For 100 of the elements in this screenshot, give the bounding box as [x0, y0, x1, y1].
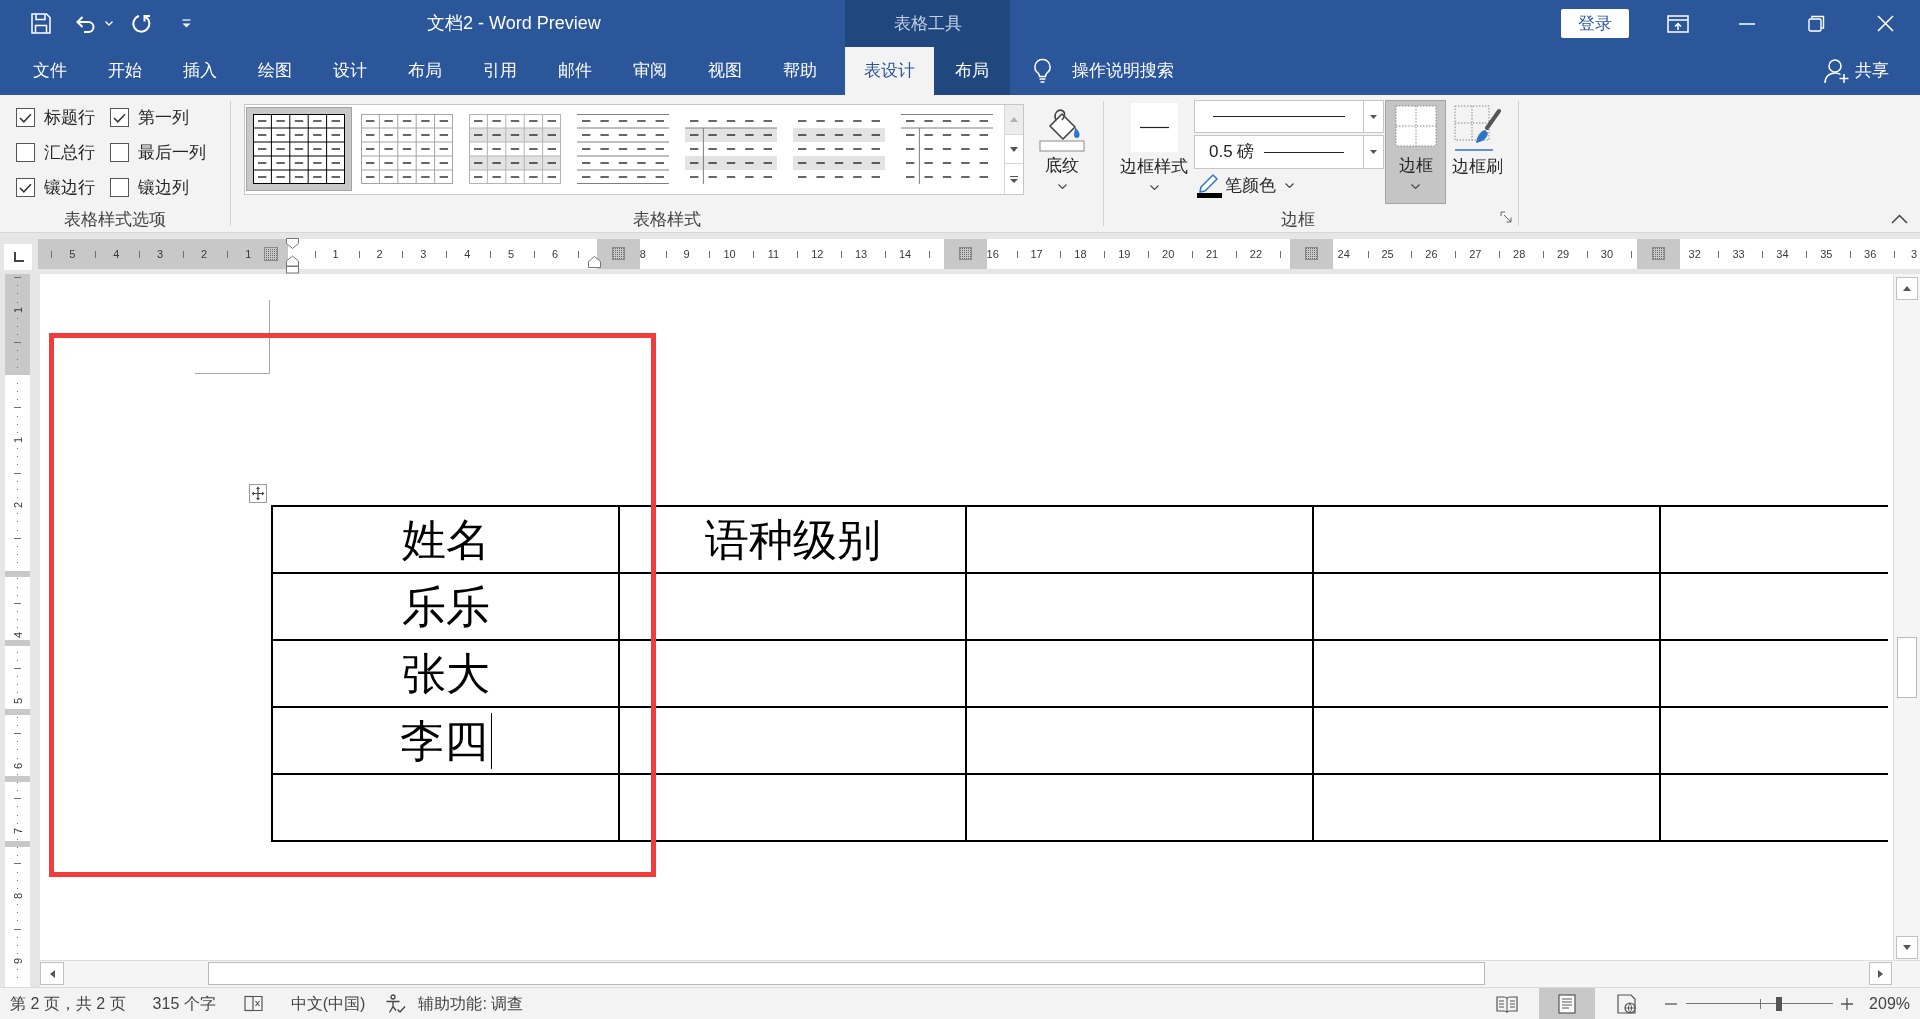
window-title: 文档2 - Word Preview: [427, 12, 601, 35]
row-marker[interactable]: [5, 776, 30, 782]
row-marker[interactable]: [5, 640, 30, 646]
checkbox[interactable]: [110, 178, 129, 197]
caret-down-icon[interactable]: [105, 21, 113, 26]
checkbox-label[interactable]: 标题行: [44, 108, 95, 127]
zoom-out-icon[interactable]: [1665, 1002, 1678, 1005]
column-marker[interactable]: [264, 247, 278, 261]
restore-icon[interactable]: [1808, 15, 1825, 32]
more-icon: [1010, 175, 1018, 183]
ruler-number: 2: [200, 247, 208, 261]
ruler-number: 5: [508, 247, 515, 261]
row-marker[interactable]: [5, 709, 30, 715]
ruler-number: 28: [1513, 247, 1526, 261]
line-weight-dropdown[interactable]: 0.5 磅: [1194, 135, 1384, 169]
border-brush-icon: [1454, 105, 1501, 152]
column-marker[interactable]: [1289, 239, 1333, 269]
ruler-number: 3: [1911, 247, 1918, 261]
save-icon[interactable]: [31, 13, 51, 34]
right-indent-marker[interactable]: [588, 256, 601, 268]
column-marker[interactable]: [1636, 239, 1680, 269]
ribbon-tab[interactable]: 开始: [87, 47, 162, 95]
sign-in-button[interactable]: 登录: [1561, 9, 1629, 38]
checkbox[interactable]: [16, 143, 35, 162]
checkbox[interactable]: [16, 178, 35, 197]
minimize-icon[interactable]: [1739, 22, 1755, 25]
ribbon-display-options-icon[interactable]: [1667, 14, 1689, 33]
checkbox[interactable]: [16, 108, 35, 127]
close-icon[interactable]: [1877, 15, 1894, 32]
ribbon-tab[interactable]: 引用: [462, 47, 537, 95]
checkbox-label[interactable]: 第一列: [138, 108, 189, 127]
tab-selector[interactable]: [4, 244, 32, 270]
ruler-number: 34: [1776, 247, 1789, 261]
ribbon-tab[interactable]: 布局: [387, 47, 462, 95]
redo-icon[interactable]: [132, 13, 152, 34]
borders-button[interactable]: 边框: [1385, 100, 1446, 204]
language-status[interactable]: 中文(中国): [290, 991, 366, 1016]
customize-toolbar-icon[interactable]: [182, 19, 191, 28]
share-button[interactable]: 共享: [1824, 47, 1889, 95]
scroll-down-button[interactable]: [1896, 936, 1918, 959]
ribbon-tab[interactable]: 绘图: [237, 47, 312, 95]
page-count[interactable]: 第 2 页，共 2 页: [10, 991, 126, 1016]
proofing-icon[interactable]: [243, 995, 264, 1012]
dialog-launcher-icon[interactable]: [1500, 211, 1512, 223]
zoom-slider-thumb[interactable]: [1775, 996, 1782, 1011]
ruler-number: 22: [1249, 247, 1263, 261]
ribbon-tab[interactable]: 审阅: [612, 47, 687, 95]
shading-button[interactable]: 底纹: [1036, 104, 1088, 196]
table-style-option[interactable]: [246, 107, 352, 191]
tell-me-search[interactable]: 操作说明搜索: [1032, 47, 1174, 95]
ruler-number: 3: [420, 247, 427, 261]
ruler-number: 36: [1864, 247, 1877, 261]
move-handle-icon[interactable]: [249, 484, 267, 503]
border-painter-button[interactable]: 边框刷: [1449, 100, 1506, 198]
cell-text: 姓名: [401, 514, 490, 564]
collapse-ribbon-icon[interactable]: [1891, 214, 1908, 224]
ruler-number: 24: [1337, 247, 1350, 261]
row-marker[interactable]: [5, 571, 30, 577]
column-marker[interactable]: [596, 239, 640, 269]
ruler-number: 10: [723, 247, 736, 261]
view-button[interactable]: [1539, 988, 1596, 1019]
ribbon-tab[interactable]: 插入: [162, 47, 237, 95]
ribbon-tab[interactable]: 设计: [312, 47, 387, 95]
ruler-number: 7: [12, 827, 24, 835]
ribbon-tab[interactable]: 视图: [687, 47, 762, 95]
checkbox-label[interactable]: 镶边列: [138, 178, 189, 197]
caret-down-icon: [1411, 184, 1420, 189]
ribbon-tab[interactable]: 邮件: [537, 47, 612, 95]
scroll-thumb[interactable]: [1897, 637, 1917, 698]
triangle-down-icon: [1010, 146, 1018, 152]
ribbon-tab[interactable]: 表设计: [845, 47, 934, 95]
line-style-dropdown[interactable]: [1194, 100, 1384, 133]
checkbox-label[interactable]: 镶边行: [44, 178, 95, 197]
table-preview-icon: [361, 114, 453, 184]
checkbox-label[interactable]: 汇总行: [44, 143, 95, 162]
scroll-left-button[interactable]: [40, 962, 64, 985]
checkbox[interactable]: [110, 143, 129, 162]
zoom-in-icon[interactable]: [1841, 997, 1854, 1010]
row-marker[interactable]: [5, 841, 30, 847]
ruler-number: 4: [12, 631, 24, 639]
accessibility-status[interactable]: 辅助功能: 调查: [385, 991, 524, 1016]
ribbon-tab[interactable]: 文件: [12, 47, 87, 95]
checkbox[interactable]: [110, 108, 129, 127]
pen-color-button[interactable]: 笔颜色: [1197, 173, 1384, 198]
scroll-up-button[interactable]: [1896, 277, 1918, 300]
dropdown-arrow-icon: [1370, 114, 1377, 119]
column-marker[interactable]: [943, 239, 987, 269]
ribbon-tab[interactable]: 布局: [934, 47, 1009, 95]
ruler-number: 9: [683, 247, 690, 261]
indent-marker[interactable]: [286, 238, 299, 274]
ribbon-tab[interactable]: 帮助: [762, 47, 837, 95]
border-styles-button[interactable]: 边框样式: [1117, 100, 1191, 198]
caret-down-icon: [1285, 183, 1294, 188]
zoom-level[interactable]: 209%: [1869, 991, 1910, 1016]
zoom-slider[interactable]: [1686, 995, 1834, 1012]
word-count[interactable]: 315 个字: [152, 991, 216, 1016]
scroll-thumb[interactable]: [208, 962, 1485, 985]
caret-down-icon: [1057, 184, 1067, 189]
checkbox-label[interactable]: 最后一列: [138, 143, 206, 162]
scroll-right-button[interactable]: [1869, 962, 1892, 985]
